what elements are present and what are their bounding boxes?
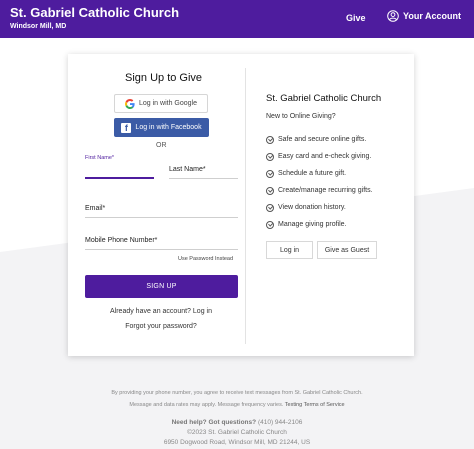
email-input[interactable] xyxy=(85,217,238,218)
feature-list: Safe and secure online gifts. Easy card … xyxy=(266,131,373,233)
first-name-label: First Name* xyxy=(85,155,115,161)
facebook-login-label: Log in with Facebook xyxy=(135,124,202,131)
feature-item: Safe and secure online gifts. xyxy=(266,131,373,148)
have-account-line: Already have an account? Log in xyxy=(68,308,254,315)
info-title: St. Gabriel Catholic Church xyxy=(266,93,382,104)
consent-text: By providing your phone number, you agre… xyxy=(111,390,363,396)
feature-text: Safe and secure online gifts. xyxy=(278,136,367,143)
use-password-link[interactable]: Use Password Instead xyxy=(178,256,233,262)
have-account-text: Already have an account? xyxy=(110,308,191,315)
first-name-input[interactable] xyxy=(85,177,154,179)
phone-label[interactable]: Mobile Phone Number* xyxy=(85,237,157,244)
feature-item: Easy card and e-check giving. xyxy=(266,148,373,165)
help-phone-link[interactable]: (410) 944-2106 xyxy=(258,419,302,426)
rates-text: Message and data rates may apply. Messag… xyxy=(129,402,284,408)
texting-terms-link[interactable]: Texting Terms of Service xyxy=(285,402,345,408)
church-name[interactable]: St. Gabriel Catholic Church xyxy=(10,5,179,20)
church-location: Windsor Mill, MD xyxy=(10,23,67,30)
copyright-year: ©2023 xyxy=(187,429,207,436)
login-button[interactable]: Log in xyxy=(266,241,313,259)
feature-text: Schedule a future gift. xyxy=(278,170,347,177)
google-login-button[interactable]: Log in with Google xyxy=(114,94,208,113)
forgot-password-link[interactable]: Forgot your password? xyxy=(68,323,254,330)
account-menu[interactable]: Your Account xyxy=(387,10,461,22)
feature-text: Manage giving profile. xyxy=(278,221,347,228)
feature-text: Create/manage recurring gifts. xyxy=(278,187,373,194)
login-link[interactable]: Log in xyxy=(193,308,212,315)
give-as-guest-button[interactable]: Give as Guest xyxy=(317,241,377,259)
feature-item: Manage giving profile. xyxy=(266,216,373,233)
google-icon xyxy=(125,98,135,109)
check-circle-icon xyxy=(266,135,274,144)
or-separator: OR xyxy=(156,142,167,149)
user-circle-icon xyxy=(387,10,399,22)
info-subtitle: New to Online Giving? xyxy=(266,113,336,120)
account-label: Your Account xyxy=(403,11,461,21)
column-divider xyxy=(245,68,246,344)
help-label: Need help? Got questions? xyxy=(171,419,257,426)
feature-item: View donation history. xyxy=(266,199,373,216)
last-name-input[interactable] xyxy=(169,178,238,179)
copyright-church-link[interactable]: St. Gabriel Catholic Church xyxy=(208,429,287,436)
feature-item: Schedule a future gift. xyxy=(266,165,373,182)
email-label[interactable]: Email* xyxy=(85,205,105,212)
copyright-line: ©2023 St. Gabriel Catholic Church xyxy=(0,429,474,436)
signup-title: Sign Up to Give xyxy=(125,72,203,84)
feature-item: Create/manage recurring gifts. xyxy=(266,182,373,199)
give-nav-link[interactable]: Give xyxy=(346,13,366,23)
last-name-label[interactable]: Last Name* xyxy=(169,166,206,173)
check-circle-icon xyxy=(266,203,274,212)
top-header: St. Gabriel Catholic Church Windsor Mill… xyxy=(0,0,474,38)
check-circle-icon xyxy=(266,152,274,161)
check-circle-icon xyxy=(266,169,274,178)
brand[interactable]: St. Gabriel Catholic Church Windsor Mill… xyxy=(10,5,179,32)
feature-text: Easy card and e-check giving. xyxy=(278,153,372,160)
facebook-login-button[interactable]: f Log in with Facebook xyxy=(114,118,209,137)
signup-button[interactable]: SIGN UP xyxy=(85,275,238,298)
signup-card: Sign Up to Give Log in with Google f Log… xyxy=(68,54,414,356)
check-circle-icon xyxy=(266,186,274,195)
rates-line: Message and data rates may apply. Messag… xyxy=(0,402,474,408)
church-address: 6950 Dogwood Road, Windsor Mill, MD 2124… xyxy=(163,439,311,446)
help-line: Need help? Got questions? (410) 944-2106 xyxy=(0,419,474,426)
check-circle-icon xyxy=(266,220,274,229)
facebook-icon: f xyxy=(121,122,132,133)
feature-text: View donation history. xyxy=(278,204,346,211)
phone-input[interactable] xyxy=(85,249,238,250)
google-login-label: Log in with Google xyxy=(139,100,197,107)
